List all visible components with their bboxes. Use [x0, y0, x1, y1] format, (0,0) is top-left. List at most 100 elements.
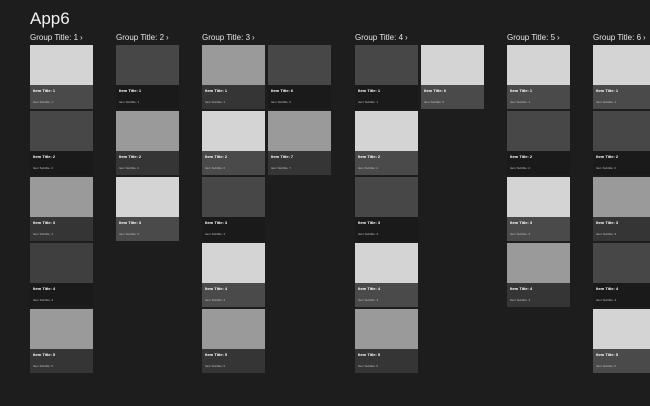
item-image	[593, 45, 650, 85]
item-text-overlay: Item Title: 5 Item Subtitle: 5	[593, 349, 650, 373]
item-tile[interactable]: Item Title: 2 Item Subtitle: 2	[30, 111, 93, 175]
item-subtitle: Item Subtitle: 1	[119, 100, 140, 104]
item-subtitle: Item Subtitle: 3	[33, 232, 54, 236]
item-tile[interactable]: Item Title: 3 Item Subtitle: 3	[593, 177, 650, 241]
item-title: Item Title: 3	[119, 220, 142, 225]
item-title: Item Title: 1	[119, 88, 142, 93]
item-tile[interactable]: Item Title: 3 Item Subtitle: 3	[202, 177, 265, 241]
item-tile[interactable]: Item Title: 4 Item Subtitle: 4	[202, 243, 265, 307]
item-title: Item Title: 2	[510, 154, 533, 159]
item-text-overlay: Item Title: 6 Item Subtitle: 6	[268, 85, 331, 109]
item-tile[interactable]: Item Title: 5 Item Subtitle: 5	[30, 309, 93, 373]
group-title: Group Title: 2	[116, 33, 165, 42]
group-6: Group Title: 6 › Item Title: 1 Item Subtitl…	[593, 33, 650, 373]
item-tile[interactable]: Item Title: 4 Item Subtitle: 4	[593, 243, 650, 307]
item-title: Item Title: 3	[358, 220, 381, 225]
item-text-overlay: Item Title: 2 Item Subtitle: 2	[355, 151, 418, 175]
item-image	[202, 177, 265, 217]
chevron-right-icon: ›	[252, 33, 255, 42]
item-subtitle: Item Subtitle: 5	[596, 364, 617, 368]
item-tile[interactable]: Item Title: 1 Item Subtitle: 1	[593, 45, 650, 109]
item-image	[593, 243, 650, 283]
chevron-right-icon: ›	[557, 33, 560, 42]
group-header[interactable]: Group Title: 2 ›	[116, 33, 169, 43]
item-text-overlay: Item Title: 1 Item Subtitle: 1	[593, 85, 650, 109]
item-tile[interactable]: Item Title: 2 Item Subtitle: 2	[507, 111, 570, 175]
chevron-right-icon: ›	[405, 33, 408, 42]
item-text-overlay: Item Title: 2 Item Subtitle: 2	[202, 151, 265, 175]
item-subtitle: Item Subtitle: 6	[424, 100, 445, 104]
item-image	[355, 243, 418, 283]
item-tile[interactable]: Item Title: 2 Item Subtitle: 2	[116, 111, 179, 175]
group-header[interactable]: Group Title: 3 ›	[202, 33, 255, 43]
item-tile[interactable]: Item Title: 3 Item Subtitle: 3	[355, 177, 418, 241]
item-text-overlay: Item Title: 2 Item Subtitle: 2	[30, 151, 93, 175]
item-tile[interactable]: Item Title: 2 Item Subtitle: 2	[593, 111, 650, 175]
group-title: Group Title: 4	[355, 33, 404, 42]
item-image	[355, 111, 418, 151]
item-image	[268, 111, 331, 151]
item-subtitle: Item Subtitle: 5	[205, 364, 226, 368]
item-image	[355, 177, 418, 217]
chevron-right-icon: ›	[166, 33, 169, 42]
item-tile[interactable]: Item Title: 4 Item Subtitle: 4	[355, 243, 418, 307]
item-text-overlay: Item Title: 1 Item Subtitle: 1	[355, 85, 418, 109]
item-tile[interactable]: Item Title: 3 Item Subtitle: 3	[116, 177, 179, 241]
item-title: Item Title: 2	[205, 154, 228, 159]
item-text-overlay: Item Title: 3 Item Subtitle: 3	[202, 217, 265, 241]
item-tile[interactable]: Item Title: 4 Item Subtitle: 4	[507, 243, 570, 307]
item-title: Item Title: 1	[358, 88, 381, 93]
item-subtitle: Item Subtitle: 4	[205, 298, 226, 302]
item-subtitle: Item Subtitle: 1	[358, 100, 379, 104]
item-image	[30, 111, 93, 151]
item-subtitle: Item Subtitle: 4	[33, 298, 54, 302]
item-tile[interactable]: Item Title: 5 Item Subtitle: 5	[202, 309, 265, 373]
item-text-overlay: Item Title: 3 Item Subtitle: 3	[507, 217, 570, 241]
item-title: Item Title: 5	[33, 352, 56, 357]
item-tile[interactable]: Item Title: 2 Item Subtitle: 2	[202, 111, 265, 175]
item-text-overlay: Item Title: 2 Item Subtitle: 2	[116, 151, 179, 175]
item-subtitle: Item Subtitle: 2	[205, 166, 226, 170]
group-header[interactable]: Group Title: 4 ›	[355, 33, 408, 43]
item-title: Item Title: 6	[271, 88, 294, 93]
item-title: Item Title: 2	[33, 154, 56, 159]
group-header[interactable]: Group Title: 5 ›	[507, 33, 560, 43]
group-header[interactable]: Group Title: 6 ›	[593, 33, 646, 43]
item-title: Item Title: 1	[596, 88, 619, 93]
item-tile[interactable]: Item Title: 1 Item Subtitle: 1	[30, 45, 93, 109]
item-tile[interactable]: Item Title: 5 Item Subtitle: 5	[355, 309, 418, 373]
item-tile[interactable]: Item Title: 7 Item Subtitle: 7	[268, 111, 331, 175]
group-title: Group Title: 5	[507, 33, 556, 42]
item-title: Item Title: 5	[205, 352, 228, 357]
item-title: Item Title: 3	[510, 220, 533, 225]
item-image	[116, 111, 179, 151]
item-tile[interactable]: Item Title: 3 Item Subtitle: 3	[30, 177, 93, 241]
item-subtitle: Item Subtitle: 6	[271, 100, 292, 104]
item-subtitle: Item Subtitle: 4	[596, 298, 617, 302]
item-tile[interactable]: Item Title: 5 Item Subtitle: 5	[593, 309, 650, 373]
item-text-overlay: Item Title: 3 Item Subtitle: 3	[593, 217, 650, 241]
item-image	[355, 45, 418, 85]
item-image	[421, 45, 484, 85]
item-tile[interactable]: Item Title: 4 Item Subtitle: 4	[30, 243, 93, 307]
item-image	[30, 243, 93, 283]
item-tile[interactable]: Item Title: 1 Item Subtitle: 1	[116, 45, 179, 109]
item-tile[interactable]: Item Title: 1 Item Subtitle: 1	[355, 45, 418, 109]
group-header[interactable]: Group Title: 1 ›	[30, 33, 83, 43]
item-tile[interactable]: Item Title: 6 Item Subtitle: 6	[421, 45, 484, 109]
group-title: Group Title: 1	[30, 33, 79, 42]
item-subtitle: Item Subtitle: 7	[271, 166, 292, 170]
item-subtitle: Item Subtitle: 3	[358, 232, 379, 236]
item-tile[interactable]: Item Title: 6 Item Subtitle: 6	[268, 45, 331, 109]
item-text-overlay: Item Title: 5 Item Subtitle: 5	[355, 349, 418, 373]
chevron-right-icon: ›	[643, 33, 646, 42]
item-image	[116, 177, 179, 217]
item-title: Item Title: 4	[596, 286, 619, 291]
item-text-overlay: Item Title: 4 Item Subtitle: 4	[355, 283, 418, 307]
item-tile[interactable]: Item Title: 1 Item Subtitle: 1	[507, 45, 570, 109]
item-subtitle: Item Subtitle: 2	[596, 166, 617, 170]
item-tile[interactable]: Item Title: 2 Item Subtitle: 2	[355, 111, 418, 175]
item-tile[interactable]: Item Title: 3 Item Subtitle: 3	[507, 177, 570, 241]
item-image	[202, 111, 265, 151]
item-tile[interactable]: Item Title: 1 Item Subtitle: 1	[202, 45, 265, 109]
